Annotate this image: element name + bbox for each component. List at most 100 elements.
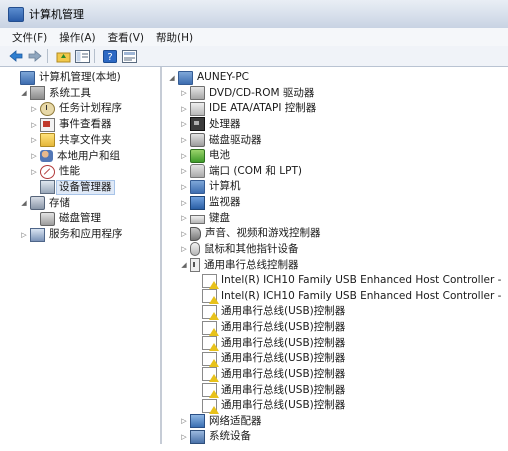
device-tree-item[interactable]: ◢ 通用串行总线控制器 [180, 258, 299, 273]
disk-icon [40, 211, 55, 226]
device-tree-item[interactable]: 通用串行总线(USB)控制器 [192, 398, 345, 414]
tree-item-label: 通用串行总线(USB)控制器 [221, 305, 346, 318]
expand-toggle-icon [192, 367, 200, 382]
menu-file[interactable]: 文件(F) [6, 30, 53, 45]
expand-toggle-icon[interactable]: ▷ [30, 149, 38, 164]
device-tree-item[interactable]: ▷ DVD/CD-ROM 驱动器 [180, 86, 314, 101]
tree-item-label: Intel(R) ICH10 Family USB Enhanced Host … [221, 274, 504, 287]
console-tree-item[interactable]: ▷ 服务和应用程序 [20, 227, 123, 242]
clock-icon [40, 101, 55, 116]
expand-toggle-icon[interactable]: ▷ [180, 195, 188, 210]
console-tree-item[interactable]: 磁盘管理 [30, 211, 101, 226]
menu-help[interactable]: 帮助(H) [150, 30, 199, 45]
device-tree-item[interactable]: ▷ 网络适配器 [180, 414, 262, 429]
tree-item-label: 系统工具 [49, 86, 91, 99]
device-tree-item[interactable]: ▷ IDE ATA/ATAPI 控制器 [180, 101, 316, 116]
device-tree-item[interactable]: Intel(R) ICH10 Family USB Enhanced Host … [192, 273, 504, 289]
up-folder-icon[interactable] [55, 48, 71, 64]
expand-toggle-icon[interactable]: ▷ [180, 414, 188, 429]
tree-item-label: 计算机管理(本地) [39, 71, 121, 83]
perf-icon [40, 164, 55, 179]
tree-item-label: 磁盘管理 [59, 212, 101, 225]
device-tree-item[interactable]: ▷ 声音、视频和游戏控制器 [180, 226, 321, 241]
expand-toggle-icon[interactable]: ▷ [180, 179, 188, 194]
device-tree-item[interactable]: ▷ 计算机 [180, 179, 241, 194]
help-icon[interactable]: ? [102, 48, 118, 64]
tree-item-label: DVD/CD-ROM 驱动器 [209, 86, 315, 99]
device-tree-item[interactable]: 通用串行总线(USB)控制器 [192, 383, 346, 399]
device-tree-item[interactable]: 通用串行总线(USB)控制器 [192, 336, 346, 352]
toolbar-separator [47, 49, 48, 63]
window-title: 计算机管理 [29, 8, 84, 21]
expand-toggle-icon[interactable]: ▷ [30, 164, 38, 179]
device-tree-item[interactable]: ▷ 鼠标和其他指针设备 [180, 242, 299, 257]
tools-icon [30, 86, 45, 101]
expand-toggle-icon[interactable]: ▷ [180, 148, 188, 163]
forward-arrow-icon[interactable] [27, 48, 43, 64]
battery-icon [190, 148, 205, 163]
console-tree-item[interactable]: ▷ 性能 [30, 164, 80, 179]
expand-toggle-icon[interactable]: ▷ [180, 86, 188, 101]
device-tree-item[interactable]: ▷ 磁盘驱动器 [180, 133, 262, 148]
console-tree-item[interactable]: ▷ 事件查看器 [30, 117, 112, 132]
tree-item-label: 通用串行总线(USB)控制器 [221, 336, 346, 349]
console-tree-item[interactable]: ▷ 任务计划程序 [30, 101, 122, 116]
tree-item-label: 通用串行总线(USB)控制器 [221, 383, 346, 396]
device-tree-item[interactable]: ▷ 处理器 [180, 117, 241, 132]
expand-toggle-icon[interactable]: ▷ [180, 242, 188, 257]
device-tree-item[interactable]: ◢ AUNEY-PC [168, 70, 249, 85]
title-bar: 计算机管理 [0, 0, 508, 28]
menu-view[interactable]: 查看(V) [102, 30, 150, 45]
toolbar: ? [0, 46, 508, 67]
expand-toggle-icon[interactable]: ▷ [180, 164, 188, 179]
expand-toggle-icon[interactable]: ▷ [180, 117, 188, 132]
expand-toggle-icon [10, 70, 18, 85]
device-tree-item[interactable]: 通用串行总线(USB)控制器 [192, 304, 346, 320]
expand-toggle-icon[interactable]: ▷ [180, 133, 188, 148]
expand-toggle-icon[interactable]: ▷ [180, 429, 188, 444]
expand-toggle-icon [192, 351, 200, 366]
device-tree-item[interactable]: 通用串行总线(USB)控制器 [192, 320, 345, 336]
console-tree-item[interactable]: ▷ 共享文件夹 [30, 133, 112, 148]
expand-toggle-icon[interactable]: ▷ [180, 211, 188, 226]
device-tree-item[interactable]: ▷ 端口 (COM 和 LPT) [180, 164, 302, 179]
toolbar-separator [94, 49, 95, 63]
expand-toggle-icon[interactable]: ◢ [20, 86, 28, 101]
port-icon [190, 164, 205, 179]
device-tree-item[interactable]: ▷ 键盘 [180, 211, 230, 226]
device-tree-item[interactable]: ▷ 系统设备 [180, 429, 251, 444]
console-tree-item[interactable]: 计算机管理(本地) [10, 70, 121, 85]
tree-item-label: 计算机 [209, 180, 241, 193]
keyboard-icon [190, 215, 205, 225]
properties-icon[interactable] [121, 48, 137, 64]
device-tree-item[interactable]: ▷ 监视器 [180, 195, 241, 210]
console-tree-item[interactable]: ◢ 存储 [20, 196, 70, 211]
expand-toggle-icon[interactable]: ◢ [168, 70, 176, 85]
menu-action[interactable]: 操作(A) [53, 30, 101, 45]
expand-toggle-icon[interactable]: ▷ [30, 133, 38, 148]
expand-toggle-icon[interactable]: ▷ [180, 226, 188, 241]
expand-toggle-icon [30, 211, 38, 226]
console-tree-item[interactable]: ▷ 本地用户和组 [30, 149, 120, 164]
expand-toggle-icon[interactable]: ▷ [180, 101, 188, 116]
tree-item-label: 共享文件夹 [59, 133, 112, 146]
device-tree-item[interactable]: Intel(R) ICH10 Family USB Enhanced Host … [192, 289, 504, 305]
show-hide-tree-icon[interactable] [74, 48, 90, 64]
console-tree-pane[interactable]: 计算机管理(本地) ◢ 系统工具 ▷ 任务计划程序 ▷ 事件查看器 ▷ 共享文件夹 ▷ 本地用户和组… [8, 67, 162, 444]
expand-toggle-icon[interactable]: ▷ [30, 101, 38, 116]
device-tree-pane[interactable]: ◢ AUNEY-PC ▷ DVD/CD-ROM 驱动器 ▷ IDE ATA/ATAPI 控… [164, 67, 504, 444]
back-arrow-icon[interactable] [8, 48, 24, 64]
usbdev-icon [202, 304, 219, 320]
usbdev-icon [202, 289, 219, 305]
usbdev-icon [202, 383, 219, 399]
expand-toggle-icon[interactable]: ▷ [30, 117, 38, 132]
device-tree-item[interactable]: ▷ 电池 [180, 148, 230, 163]
expand-toggle-icon[interactable]: ◢ [20, 196, 28, 211]
tree-item-label: IDE ATA/ATAPI 控制器 [209, 102, 317, 115]
device-tree-item[interactable]: 通用串行总线(USB)控制器 [192, 351, 345, 367]
expand-toggle-icon[interactable]: ▷ [20, 227, 28, 242]
device-tree-item[interactable]: 通用串行总线(USB)控制器 [192, 367, 345, 383]
expand-toggle-icon[interactable]: ◢ [180, 258, 188, 273]
console-tree-item[interactable]: ◢ 系统工具 [20, 86, 91, 101]
console-tree-item[interactable]: 设备管理器 [30, 179, 115, 195]
